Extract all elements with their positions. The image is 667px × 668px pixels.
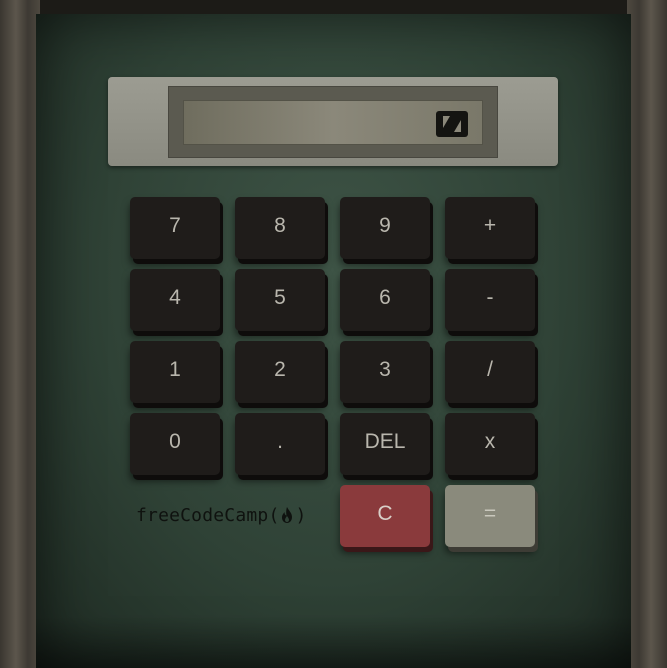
key-label: 4: [169, 286, 181, 309]
clear-label: C: [377, 502, 393, 525]
key-label: 9: [379, 214, 391, 237]
key-delete[interactable]: DEL: [340, 413, 430, 475]
key-label: 8: [274, 214, 286, 237]
key-5[interactable]: 5: [235, 269, 325, 331]
key-label: 6: [379, 286, 391, 309]
wood-background-right: [627, 0, 667, 668]
key-2[interactable]: 2: [235, 341, 325, 403]
equals-label: =: [483, 502, 497, 525]
clear-button[interactable]: C: [340, 485, 430, 547]
equals-button[interactable]: =: [445, 485, 535, 547]
key-divide[interactable]: /: [445, 341, 535, 403]
brand-suffix: ): [295, 504, 307, 526]
key-minus[interactable]: -: [445, 269, 535, 331]
key-label: /: [487, 358, 493, 381]
wood-background-left: [0, 0, 40, 668]
key-7[interactable]: 7: [130, 197, 220, 259]
top-edge-shadow: [0, 0, 667, 14]
key-8[interactable]: 8: [235, 197, 325, 259]
key-label: x: [484, 430, 496, 453]
key-label: 7: [169, 214, 181, 237]
brand-prefix: freeCodeCamp(: [136, 504, 280, 526]
flame-icon: [282, 507, 293, 523]
calculator-bottom-edge: [36, 616, 631, 668]
key-0[interactable]: 0: [130, 413, 220, 475]
key-label: .: [277, 430, 283, 453]
freecodecamp-logo-icon: [436, 111, 468, 137]
key-label: -: [486, 286, 494, 309]
key-4[interactable]: 4: [130, 269, 220, 331]
key-label: 3: [379, 358, 391, 381]
key-multiply[interactable]: x: [445, 413, 535, 475]
key-label: 2: [274, 358, 286, 381]
key-label: 5: [274, 286, 286, 309]
key-plus[interactable]: +: [445, 197, 535, 259]
key-decimal[interactable]: .: [235, 413, 325, 475]
key-9[interactable]: 9: [340, 197, 430, 259]
key-label: 1: [169, 358, 181, 381]
key-label: 0: [169, 430, 181, 453]
freecodecamp-brand: freeCodeCamp( ): [136, 502, 307, 528]
key-3[interactable]: 3: [340, 341, 430, 403]
key-6[interactable]: 6: [340, 269, 430, 331]
key-1[interactable]: 1: [130, 341, 220, 403]
key-label: +: [483, 214, 497, 237]
key-label: DEL: [364, 430, 406, 453]
